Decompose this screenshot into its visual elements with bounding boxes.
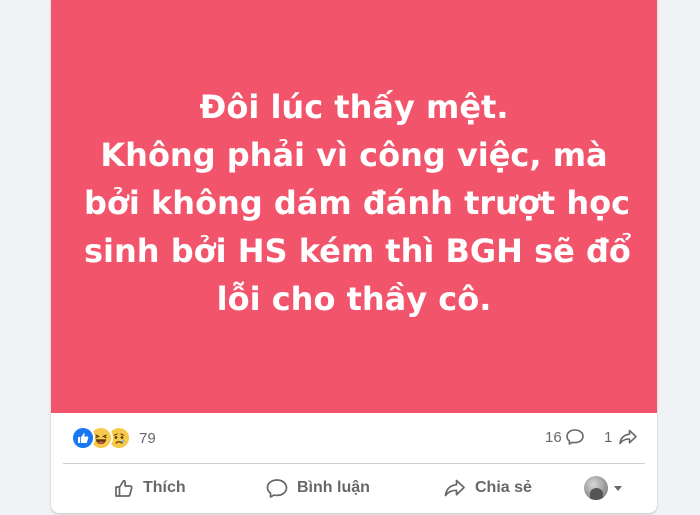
post-text-line: Không phải vì công việc, mà xyxy=(100,135,608,174)
like-label: Thích xyxy=(143,479,186,496)
post-card: Đôi lúc thấy mệt. Không phải vì công việ… xyxy=(51,0,657,513)
caret-down-icon xyxy=(614,485,622,491)
comment-count-value: 16 xyxy=(545,428,562,446)
reaction-summary[interactable]: 79 xyxy=(71,426,156,450)
post-stats: 79 16 1 xyxy=(51,413,657,463)
share-count[interactable]: 1 xyxy=(604,428,638,446)
post-text-line: Đôi lúc thấy mệt. xyxy=(199,87,509,126)
comment-count[interactable]: 16 xyxy=(545,428,585,446)
reaction-count: 79 xyxy=(139,429,156,447)
post-text-line: bởi không dám đánh trượt học xyxy=(84,183,631,222)
share-icon xyxy=(444,479,465,497)
post-as-selector[interactable] xyxy=(584,476,622,500)
post-text-line: lỗi cho thầy cô. xyxy=(216,279,492,318)
avatar xyxy=(584,476,608,500)
share-button[interactable]: Chia sẻ xyxy=(443,470,532,506)
post-text-line: sinh bởi HS kém thì BGH sẽ đổ xyxy=(84,231,631,270)
post-text: Đôi lúc thấy mệt. Không phải vì công việ… xyxy=(84,83,631,323)
post-actions: Thích Bình luận Chia sẻ xyxy=(51,464,657,512)
share-label: Chia sẻ xyxy=(475,479,532,496)
comment-bubble-icon xyxy=(565,429,584,445)
share-count-value: 1 xyxy=(604,428,613,446)
like-button[interactable]: Thích xyxy=(113,470,186,506)
thumbs-up-icon xyxy=(115,479,133,497)
post-background: Đôi lúc thấy mệt. Không phải vì công việ… xyxy=(51,0,657,413)
share-arrow-icon xyxy=(619,429,638,445)
comment-button[interactable]: Bình luận xyxy=(265,470,370,506)
comment-label: Bình luận xyxy=(297,479,370,496)
like-icon xyxy=(71,426,95,450)
comment-icon xyxy=(266,479,288,498)
